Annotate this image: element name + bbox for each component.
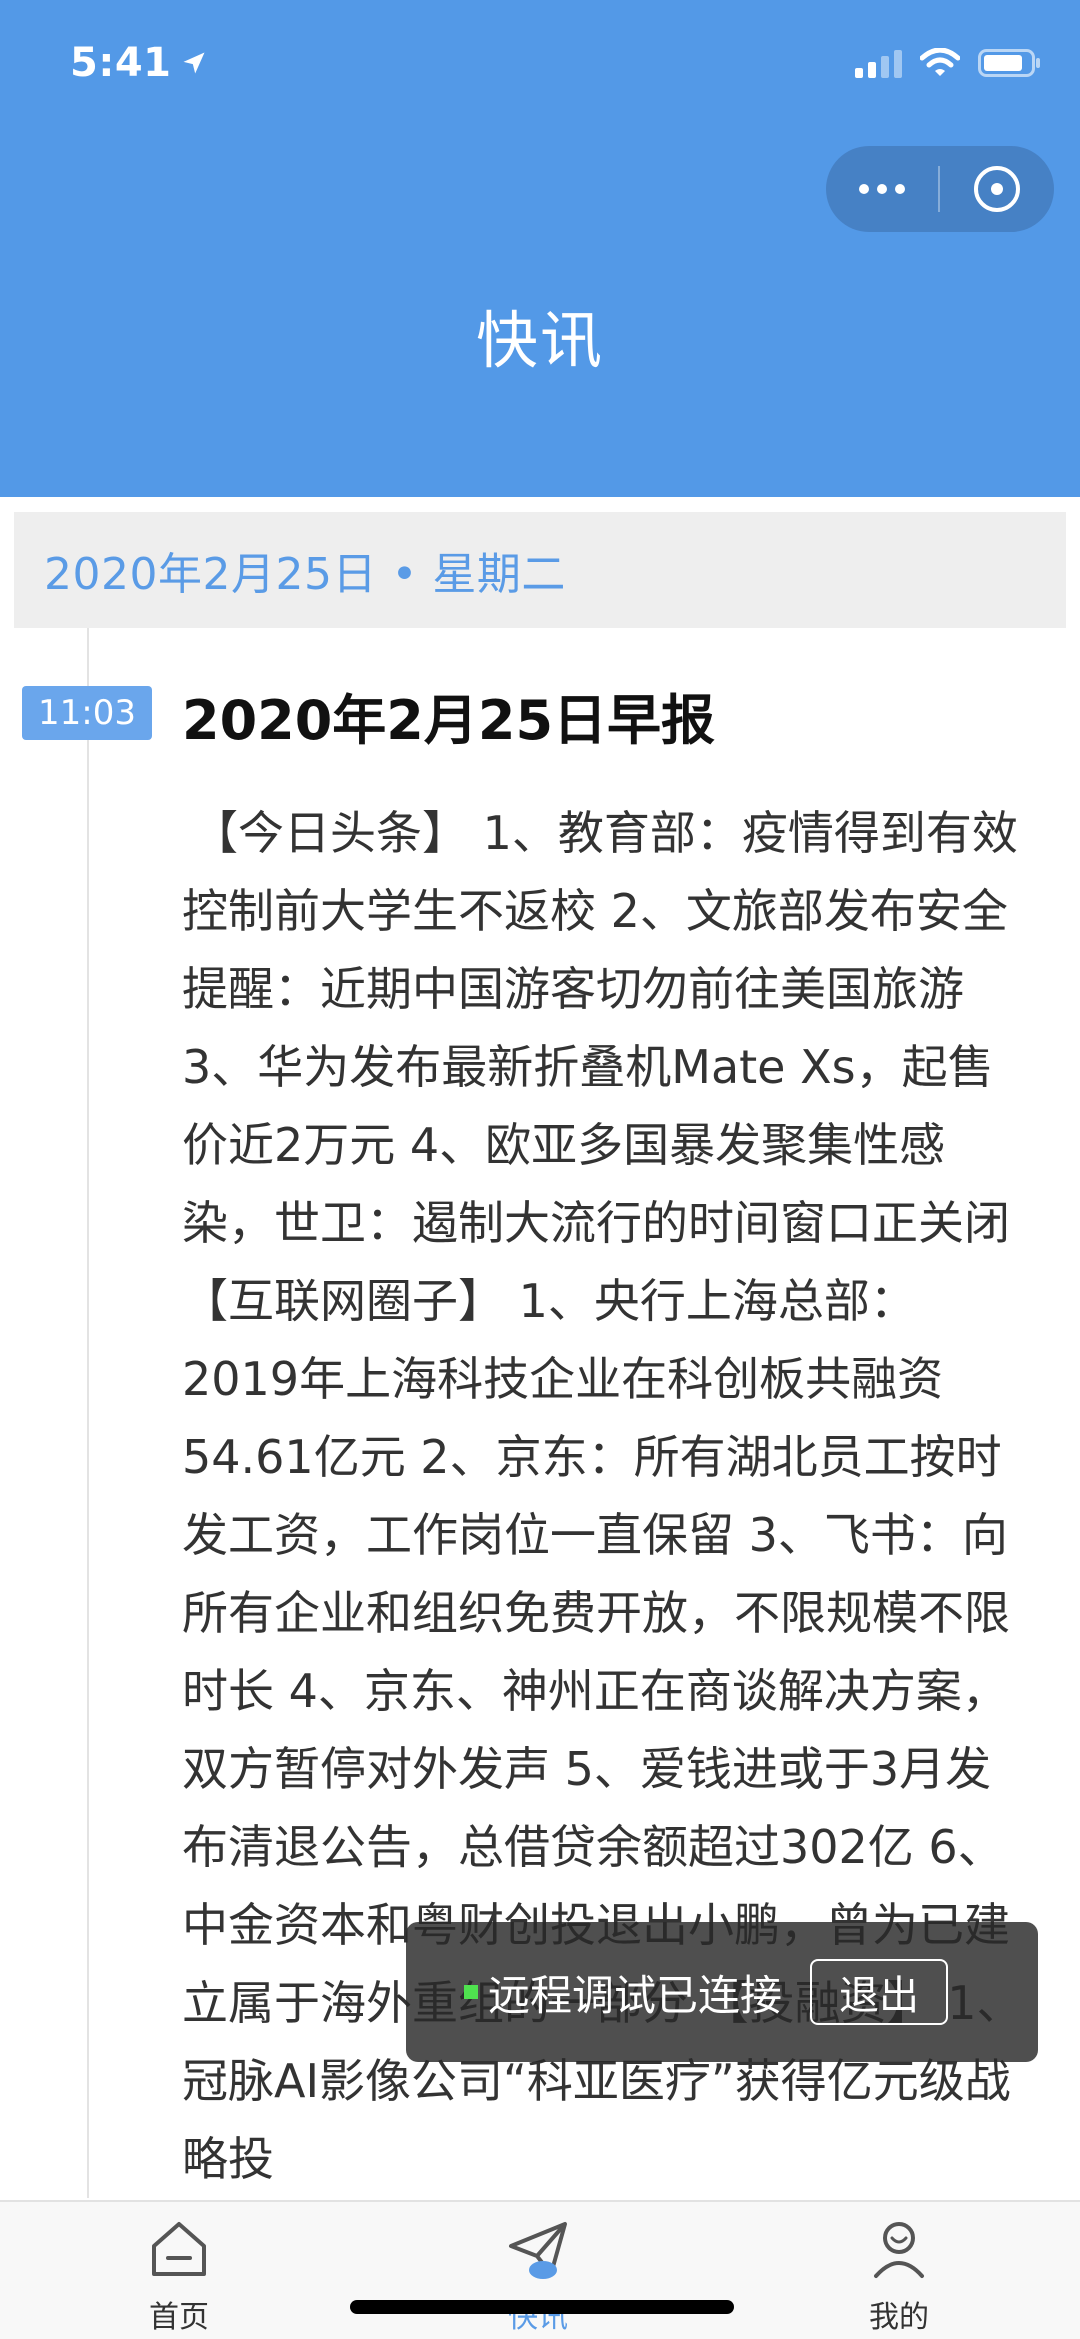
- tab-news[interactable]: 快讯: [428, 2202, 648, 2339]
- timeline-line: [87, 628, 89, 2198]
- toast-text: 远程调试已连接: [488, 1970, 783, 2020]
- date-label: 2020年2月25日 • 星期二: [44, 549, 566, 600]
- status-time-text: 5:41: [70, 40, 172, 86]
- miniprogram-capsule: [826, 146, 1054, 232]
- exit-debug-button[interactable]: 退出: [810, 1959, 949, 2025]
- tab-mine-label: 我的: [869, 2300, 929, 2335]
- tab-bar: 首页 快讯 我的: [0, 2200, 1080, 2339]
- battery-icon: [978, 48, 1042, 78]
- date-bar: 2020年2月25日 • 星期二: [14, 512, 1066, 628]
- remote-debug-toast: 远程调试已连接 退出: [406, 1922, 1038, 2062]
- wifi-icon: [920, 48, 960, 78]
- page-title: 快讯: [475, 304, 604, 377]
- paper-plane-icon: [505, 2216, 571, 2286]
- header: 5:41 快讯: [0, 0, 1080, 497]
- more-menu-icon[interactable]: [826, 146, 938, 232]
- home-indicator: [350, 2300, 734, 2314]
- home-icon: [146, 2216, 212, 2286]
- status-bar-indicators: [855, 48, 1042, 78]
- time-badge: 11:03: [22, 686, 152, 740]
- cellular-signal-icon: [855, 48, 902, 78]
- tab-mine[interactable]: 我的: [789, 2202, 1009, 2339]
- status-bar-time: 5:41: [70, 40, 208, 86]
- tab-home-label: 首页: [149, 2300, 209, 2335]
- user-profile-icon: [866, 2216, 932, 2286]
- location-arrow-icon: [180, 49, 208, 77]
- close-miniprogram-icon[interactable]: [940, 146, 1054, 232]
- news-title[interactable]: 2020年2月25日早报: [182, 676, 715, 755]
- tab-home[interactable]: 首页: [69, 2202, 289, 2339]
- connected-indicator-icon: [464, 1985, 478, 1999]
- tab-news-label: 快讯: [508, 2300, 568, 2335]
